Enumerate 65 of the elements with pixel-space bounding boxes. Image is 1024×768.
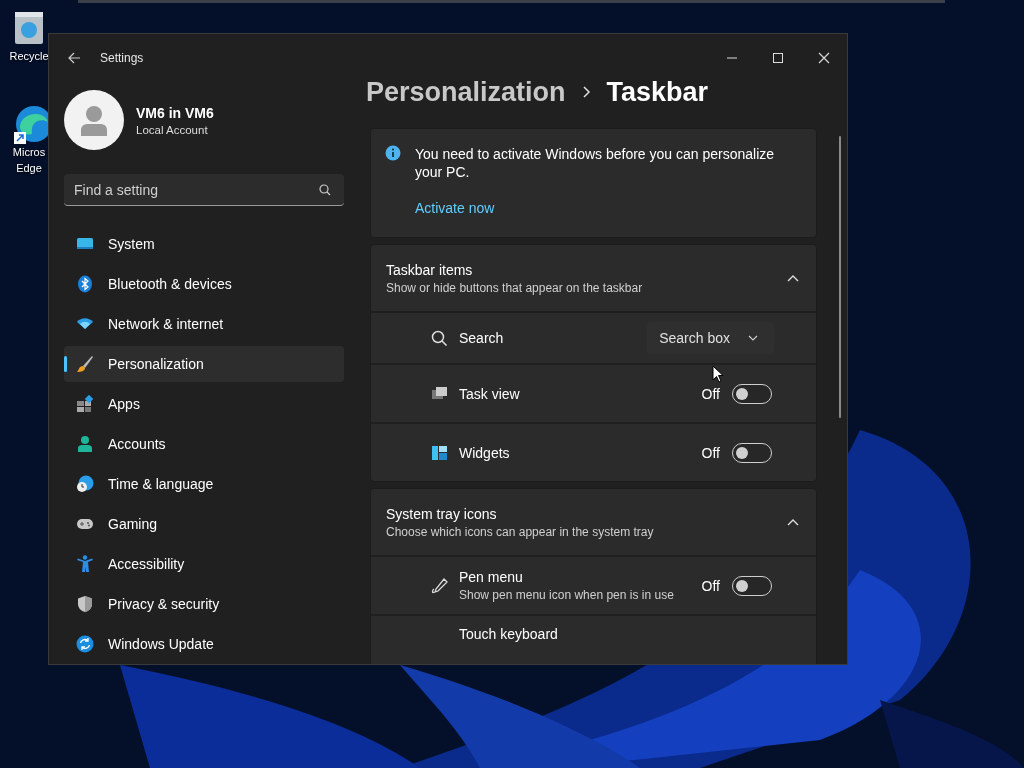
icon-label: Micros [12,145,46,160]
setting-label: Touch keyboard [459,626,559,642]
toggle-state: Off [701,385,720,402]
notice-message: You need to activate Windows before you can personalize your PC. [415,145,776,181]
nav-item[interactable]: System [64,226,344,262]
dropdown[interactable]: Search box [647,322,774,354]
account-name: VM6 in VM6 [136,104,214,121]
paintbrush-icon [76,355,94,373]
pen-icon [431,577,448,594]
search-field[interactable]: Find a setting [64,174,344,206]
apps-grid-icon [76,395,94,413]
setting-label: Pen menu [459,569,524,585]
chevron-up-icon[interactable] [787,273,799,283]
breadcrumb-link[interactable]: Personalization [366,76,566,108]
nav-item[interactable]: Accessibility [64,546,344,582]
group-header[interactable]: System tray icons Choose which icons can appear in the system tray [371,489,816,555]
search-icon [319,184,331,196]
setting-description: Show pen menu icon when pen is in use [459,588,675,602]
toggle-switch[interactable] [732,575,772,596]
nav-item[interactable]: Windows Update [64,626,344,662]
window-title: Settings [100,51,144,65]
stacked-windows-icon [431,385,448,402]
group-description: Choose which icons can appear in the system tray [386,524,654,539]
bluetooth-icon [76,275,94,293]
setting-label: Search [459,330,505,346]
sync-arrows-icon [76,635,94,653]
nav-item[interactable]: Time & language [64,466,344,502]
info-icon [385,145,401,161]
toggle-switch[interactable] [732,383,772,404]
chevron-up-icon[interactable] [787,517,799,527]
shield-icon [76,595,94,613]
avatar-icon[interactable] [64,90,124,150]
nav-item[interactable]: Network & internet [64,306,344,342]
account-type: Local Account [136,123,209,136]
cursor-icon [712,365,724,383]
person-icon [76,435,94,453]
group-description: Show or hide buttons that appear on the taskbar [386,280,643,295]
nav-item[interactable]: Personalization [64,346,344,382]
chevron-down-icon [748,334,758,342]
nav-item[interactable]: Accounts [64,426,344,462]
chevron-right-icon [581,86,591,98]
group-title: System tray icons [386,505,498,522]
activate-link[interactable]: Activate now [415,200,495,216]
setting-label: Task view [459,385,521,402]
back-arrow-icon[interactable] [66,51,82,65]
group-header[interactable]: Taskbar items Show or hide buttons that appear on the taskbar [371,245,816,311]
toggle-state: Off [701,444,720,461]
scrollbar[interactable] [839,136,841,418]
toggle-state: Off [701,577,720,594]
nav-item[interactable]: Privacy & security [64,586,344,622]
nav-item[interactable]: Bluetooth & devices [64,266,344,302]
icon-label: Recycle [9,49,49,64]
nav-item[interactable]: Apps [64,386,344,422]
page-title: Taskbar [606,76,709,108]
nav-item[interactable]: Gaming [64,506,344,542]
widgets-icon [431,444,448,461]
search-icon [431,329,448,347]
globe-clock-icon [76,475,94,493]
maximize-icon[interactable] [772,52,784,64]
toggle-switch[interactable] [732,442,772,463]
icon-label: Edge [16,161,42,176]
accessibility-figure-icon [76,555,94,573]
close-icon[interactable] [818,52,830,64]
setting-label: Widgets [459,444,511,461]
group-title: Taskbar items [386,261,474,278]
